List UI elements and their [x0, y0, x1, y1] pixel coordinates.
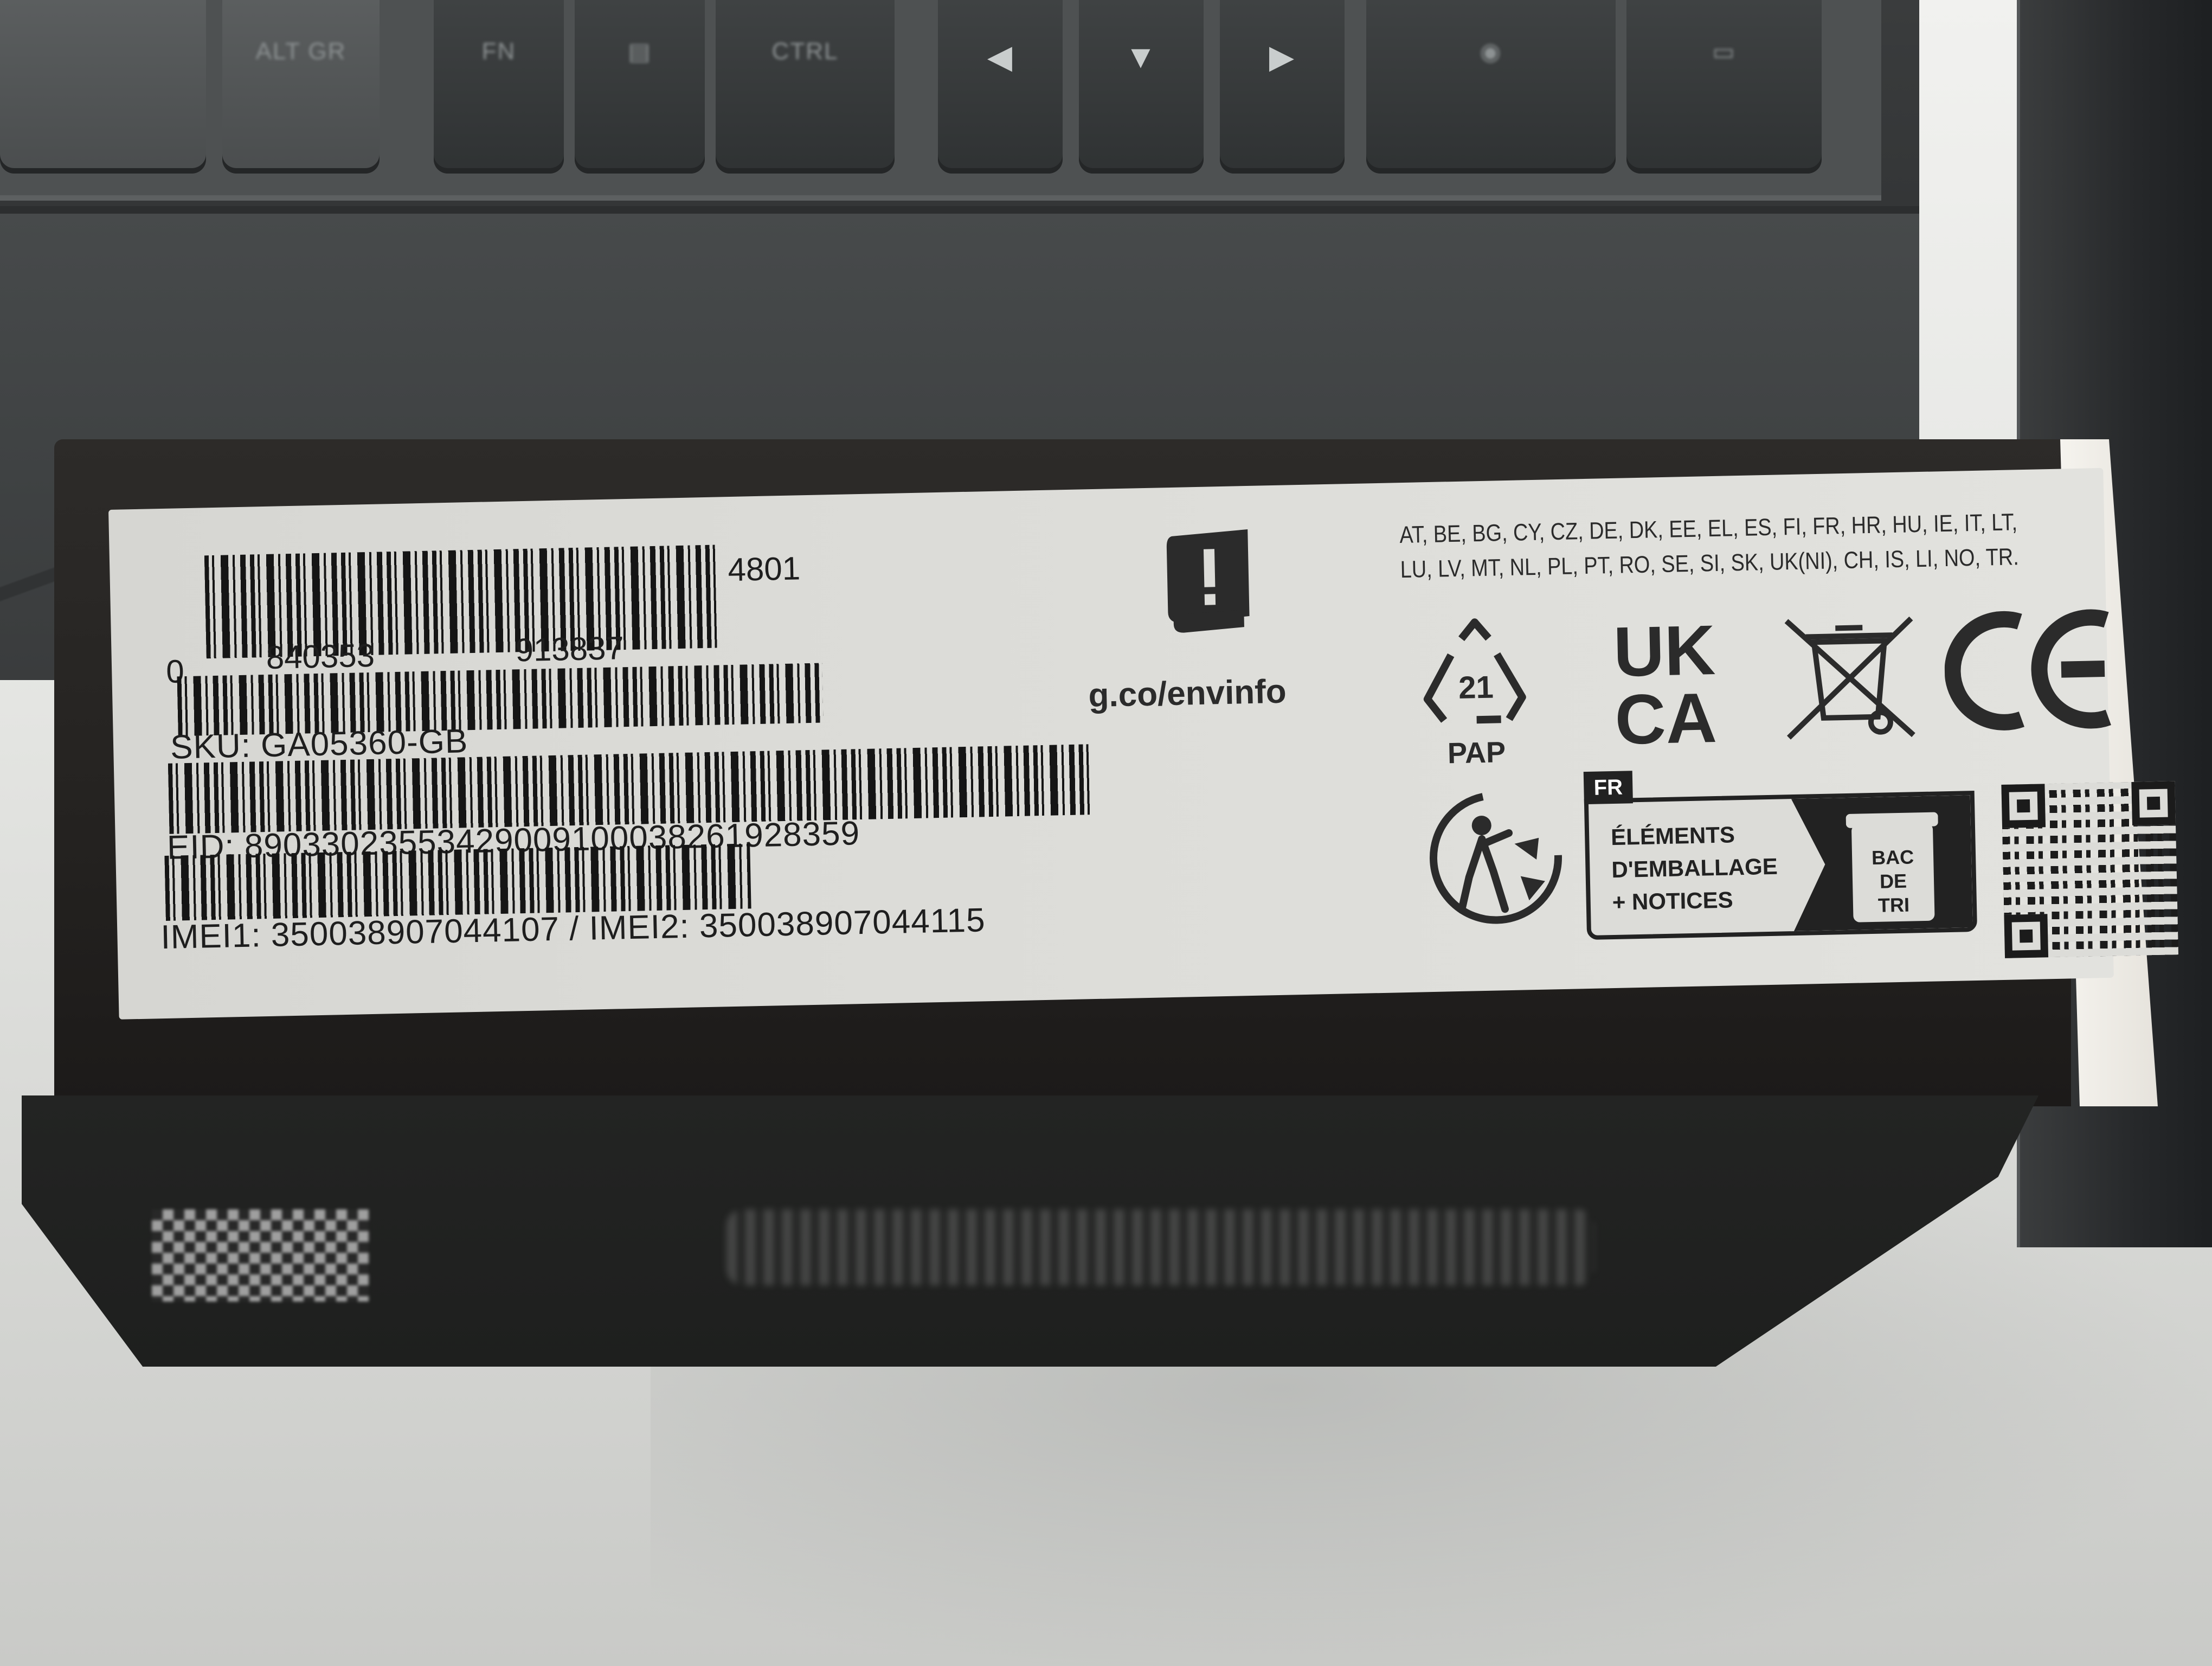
key-legend: ▭	[1712, 39, 1736, 65]
key-numpad-0: ◉	[1366, 0, 1616, 174]
key-arrow-right: ▶	[1220, 0, 1345, 174]
key-legend: ◉	[1480, 39, 1502, 65]
bin-label-line-3: TRI	[1877, 893, 1910, 917]
arrow-down-icon: ▼	[1124, 39, 1158, 75]
box-bottom-qr-code	[152, 1209, 369, 1302]
key-arrow-left: ◀	[938, 0, 1063, 174]
key-legend: CTRL	[771, 38, 839, 65]
key-alt-gr: ALT GR	[222, 0, 380, 174]
crossed-bin-icon	[1784, 616, 1915, 740]
arrow-right-icon: ▶	[1269, 39, 1296, 75]
env-info-url: g.co/envinfo	[1088, 672, 1287, 715]
triman-icon	[1429, 791, 1562, 924]
sku-barcode	[177, 663, 824, 736]
country-tag-fr: FR	[1583, 771, 1633, 805]
ce-mark: CE	[1944, 609, 2111, 731]
triman-line-3: + NOTICES	[1612, 887, 1734, 915]
triman-box: ÉLÉMENTS D'EMBALLAGE + NOTICES BAC DE TR…	[1584, 791, 1978, 940]
key-legend: ALT GR	[255, 38, 346, 65]
qr-finder-bottom-left	[2004, 914, 2049, 958]
key-blank	[0, 0, 206, 174]
photo-scene: ALT GR FN ▤ CTRL ◀ ▼ ▶ ◉ ▭ 4801 0 840353…	[0, 0, 2212, 1666]
triman-line-1: ÉLÉMENTS	[1610, 822, 1735, 850]
qr-code	[2001, 781, 2179, 958]
ukca-line-2: CA	[1614, 678, 1718, 749]
country-list: AT, BE, BG, CY, CZ, DE, DK, EE, EL, ES, …	[1399, 505, 2020, 587]
key-fn: FN	[434, 0, 564, 174]
triman-line-2: D'EMBALLAGE	[1611, 853, 1778, 883]
ean-left-digits: 840353	[266, 637, 375, 676]
bin-label-line-2: DE	[1879, 869, 1907, 893]
box-bottom-print	[726, 1209, 1594, 1285]
qr-finder-top-right	[2131, 781, 2176, 825]
ce-mark-text: CE	[1944, 609, 1945, 610]
arrow-left-icon: ◀	[987, 39, 1014, 75]
info-manual-icon	[1166, 529, 1250, 633]
qr-finder-top-left	[2001, 784, 2046, 828]
key-arrow-down: ▼	[1079, 0, 1204, 174]
product-label: 4801 0 840353 913837 SKU: GA05360-GB EID…	[108, 467, 2179, 1020]
key-legend: FN	[481, 38, 516, 65]
triman-info-panel: ÉLÉMENTS D'EMBALLAGE + NOTICES BAC DE TR…	[1583, 764, 1978, 940]
keyboard-key-row: ALT GR FN ▤ CTRL ◀ ▼ ▶ ◉ ▭	[0, 0, 1881, 201]
key-menu: ▤	[575, 0, 705, 174]
key-legend: ▤	[628, 39, 652, 65]
bin-label-line-1: BAC	[1871, 845, 1914, 869]
recycling-code: 21	[1458, 670, 1494, 706]
recycling-material: PAP	[1447, 736, 1506, 770]
key-ctrl: CTRL	[716, 0, 895, 174]
ean-right-digits: 913837	[515, 630, 625, 669]
key-numpad-del: ▭	[1626, 0, 1822, 174]
sorting-bin-label: BAC DE TRI	[1847, 844, 1940, 918]
recycling-pap-icon: 21	[1423, 618, 1526, 724]
ukca-mark: UK CA	[1613, 617, 1718, 749]
ean-addon-number: 4801	[727, 550, 801, 588]
